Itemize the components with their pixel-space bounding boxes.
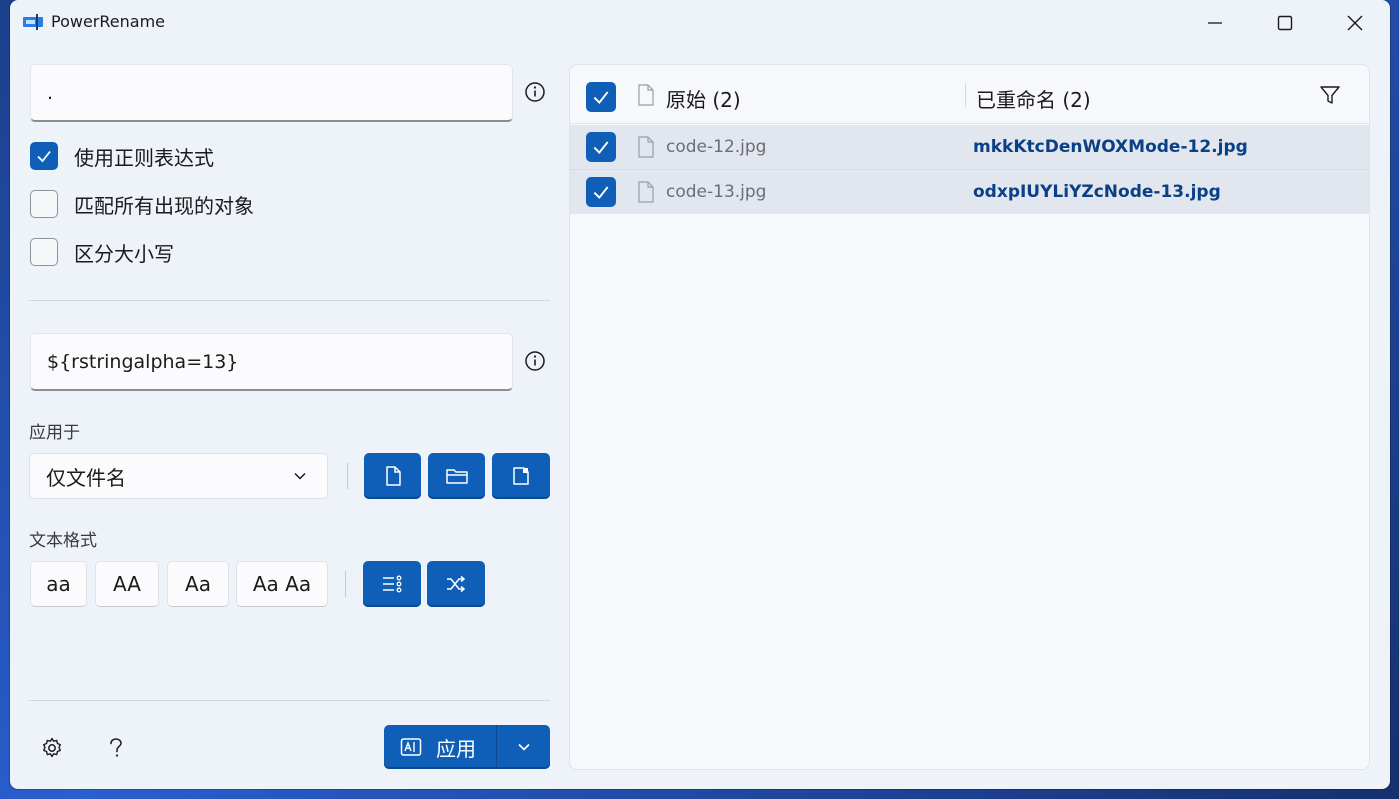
apply-to-dropdown[interactable]: 仅文件名 (29, 453, 328, 499)
maximize-button[interactable] (1250, 0, 1320, 46)
lowercase-label: aa (46, 572, 71, 596)
chevron-down-icon (294, 472, 306, 480)
apply-options-button[interactable] (497, 725, 550, 769)
replace-input-value: ${rstringalpha=13} (47, 350, 239, 373)
text-format-label: 文本格式 (29, 531, 97, 551)
separator (347, 463, 348, 489)
file-icon (638, 84, 654, 106)
original-filename: code-13.jpg (666, 182, 767, 202)
minimize-button[interactable] (1180, 0, 1250, 46)
file-row[interactable]: code-13.jpg odxpIUYLiYZcNode-13.jpg (570, 169, 1369, 214)
help-button[interactable] (103, 735, 129, 761)
file-list-header: 原始 (2) 已重命名 (2) (570, 65, 1369, 124)
checkmark-icon (593, 141, 609, 154)
file-icon (638, 136, 654, 158)
case-sensitive-check[interactable] (30, 238, 58, 266)
subfolder-icon (513, 467, 529, 485)
apply-button-label: 应用 (436, 736, 476, 761)
match-all-check[interactable] (30, 190, 58, 218)
include-folders-button[interactable] (428, 453, 485, 499)
capitalize-each-word-button[interactable]: Aa Aa (236, 561, 328, 607)
window-title: PowerRename (51, 12, 165, 31)
renamed-filename: mkkKtcDenWOXMode-12.jpg (973, 137, 1248, 157)
renamed-column-header[interactable]: 已重命名 (2) (976, 84, 1091, 113)
match-all-checkbox[interactable]: 匹配所有出现的对象 (30, 187, 254, 221)
divider (29, 700, 550, 701)
close-button[interactable] (1320, 0, 1390, 46)
search-input-value: . (47, 81, 54, 104)
folder-icon (445, 469, 468, 484)
maximize-icon (1277, 15, 1293, 31)
chevron-down-icon (517, 743, 530, 751)
capitalize-each-word-label: Aa Aa (252, 572, 312, 596)
checkmark-icon (593, 91, 609, 104)
checkmark-icon (593, 186, 609, 199)
rename-icon (400, 738, 422, 756)
title-bar: PowerRename (10, 0, 1390, 46)
settings-button[interactable] (39, 735, 65, 761)
minimize-icon (1208, 22, 1222, 24)
file-icon (385, 466, 401, 486)
case-sensitive-checkbox[interactable]: 区分大小写 (30, 235, 174, 269)
search-info-icon[interactable] (524, 81, 546, 103)
column-separator (965, 83, 966, 107)
renamed-filename: odxpIUYLiYZcNode-13.jpg (973, 182, 1221, 202)
apply-to-selected: 仅文件名 (46, 465, 126, 490)
uppercase-button[interactable]: AA (95, 561, 159, 607)
enumerate-items-button[interactable] (363, 561, 421, 607)
checkmark-icon (37, 150, 51, 163)
close-icon (1347, 15, 1363, 31)
file-row[interactable]: code-12.jpg mkkKtcDenWOXMode-12.jpg (570, 125, 1369, 169)
original-column-header[interactable]: 原始 (2) (666, 84, 741, 113)
use-regex-checkbox[interactable]: 使用正则表达式 (30, 139, 214, 173)
select-all-checkbox[interactable] (586, 82, 616, 112)
shuffle-icon (447, 575, 466, 593)
file-icon (638, 181, 654, 203)
original-filename: code-12.jpg (666, 137, 767, 157)
titlecase-button[interactable]: Aa (167, 561, 229, 607)
file-row-checkbox[interactable] (586, 132, 616, 162)
titlecase-label: Aa (185, 572, 211, 596)
randomize-button[interactable] (427, 561, 485, 607)
case-sensitive-label: 区分大小写 (74, 241, 174, 266)
apply-to-label: 应用于 (29, 423, 80, 443)
lowercase-button[interactable]: aa (30, 561, 87, 607)
question-mark-icon (110, 738, 122, 757)
separator (345, 571, 346, 597)
numbered-list-icon (383, 575, 402, 593)
file-list-panel: 原始 (2) 已重命名 (2) code-12.jpg mkkKtcDenWOX… (569, 64, 1370, 770)
gear-icon (43, 737, 61, 758)
powerrename-window: PowerRename . 使用正则表达式 匹配所有出现的对象 区分大小写 ${… (10, 0, 1390, 789)
search-input[interactable]: . (30, 64, 513, 122)
apply-button[interactable]: 应用 (384, 725, 496, 769)
divider (29, 300, 550, 301)
use-regex-label: 使用正则表达式 (74, 145, 214, 170)
filter-icon[interactable] (1319, 84, 1341, 106)
apply-split-button: 应用 (384, 725, 550, 769)
uppercase-label: AA (113, 572, 141, 596)
include-files-button[interactable] (364, 453, 421, 499)
powerrename-app-icon (23, 14, 43, 30)
match-all-label: 匹配所有出现的对象 (74, 193, 254, 218)
include-subfolders-button[interactable] (492, 453, 550, 499)
replace-input[interactable]: ${rstringalpha=13} (30, 333, 513, 391)
file-row-checkbox[interactable] (586, 177, 616, 207)
use-regex-check[interactable] (30, 142, 58, 170)
replace-info-icon[interactable] (524, 350, 546, 372)
